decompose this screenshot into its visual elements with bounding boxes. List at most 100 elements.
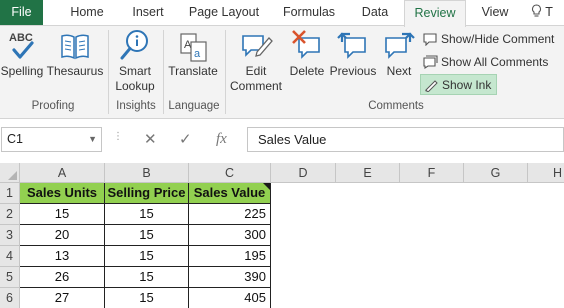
column-header-d[interactable]: D [271, 163, 336, 183]
cell-b5[interactable]: 15 [105, 267, 189, 288]
tab-home[interactable]: Home [62, 0, 112, 26]
formula-bar: C1 ▼ ⋮ ✕ ✓ fx Sales Value [0, 119, 564, 160]
edit-comment-button[interactable]: Edit Comment [228, 28, 284, 94]
tab-data[interactable]: Data [354, 0, 396, 26]
show-all-comments-button[interactable]: Show All Comments [420, 52, 560, 73]
smart-lookup-label-1: Smart [118, 64, 151, 78]
group-label-language: Language [168, 100, 220, 112]
translate-icon: A a [166, 28, 220, 64]
select-all-icon [8, 171, 17, 180]
tab-insert[interactable]: Insert [123, 0, 173, 26]
smart-lookup-button[interactable]: Smart Lookup [112, 28, 158, 94]
cell-a4[interactable]: 13 [20, 246, 105, 267]
tab-formulas[interactable]: Formulas [276, 0, 342, 26]
show-ink-label: Show Ink [442, 78, 492, 92]
show-all-comments-icon [423, 55, 438, 69]
show-ink-button[interactable]: Show Ink [420, 74, 497, 95]
enter-icon[interactable]: ✓ [179, 127, 192, 152]
cell-b2[interactable]: 15 [105, 204, 189, 225]
row-header-6[interactable]: 6 [0, 288, 20, 308]
tab-page-layout[interactable]: Page Layout [183, 0, 265, 26]
svg-text:ABC: ABC [9, 32, 33, 44]
cell-b6[interactable]: 15 [105, 288, 189, 308]
thesaurus-button[interactable]: Thesaurus [45, 28, 105, 79]
cancel-icon[interactable]: ✕ [144, 127, 157, 152]
cell-b3[interactable]: 15 [105, 225, 189, 246]
column-header-f[interactable]: F [400, 163, 464, 183]
smart-lookup-label-2: Lookup [115, 79, 155, 93]
translate-label: Translate [168, 64, 218, 78]
cell-a6[interactable]: 27 [20, 288, 105, 308]
cell-c3[interactable]: 300 [189, 225, 271, 246]
cell-a1[interactable]: Sales Units [20, 183, 105, 204]
cell-c2[interactable]: 225 [189, 204, 271, 225]
show-hide-comment-icon [423, 33, 437, 46]
delete-comment-button[interactable]: Delete [287, 28, 327, 79]
row-header-4[interactable]: 4 [0, 246, 20, 267]
select-all-button[interactable] [0, 163, 20, 183]
cell-a5[interactable]: 26 [20, 267, 105, 288]
tell-me-label: T [545, 5, 553, 19]
svg-text:a: a [194, 48, 201, 60]
row-header-1[interactable]: 1 [0, 183, 20, 204]
formula-input[interactable]: Sales Value [247, 127, 564, 152]
next-label: Next [386, 64, 412, 78]
column-header-b[interactable]: B [105, 163, 189, 183]
cell-c1[interactable]: Sales Value [189, 183, 271, 204]
cell-a2[interactable]: 15 [20, 204, 105, 225]
spelling-label: Spelling [0, 64, 44, 78]
previous-comment-button[interactable]: Previous [328, 28, 378, 79]
tab-view[interactable]: View [474, 0, 516, 26]
tab-tell-me[interactable]: T [531, 0, 564, 26]
column-header-a[interactable]: A [20, 163, 105, 183]
cell-a3[interactable]: 20 [20, 225, 105, 246]
group-divider [225, 30, 226, 114]
insert-function-icon[interactable]: fx [216, 127, 227, 152]
tab-review[interactable]: Review [404, 0, 466, 27]
cell-c1-text: Sales Value [193, 185, 266, 200]
column-header-g[interactable]: G [464, 163, 528, 183]
resize-handle-icon[interactable]: ⋮ [113, 131, 123, 142]
cell-b4[interactable]: 15 [105, 246, 189, 267]
name-box-value: C1 [7, 132, 23, 146]
group-divider [108, 30, 109, 114]
cell-c6[interactable]: 405 [189, 288, 271, 308]
cell-b1[interactable]: Selling Price [105, 183, 189, 204]
previous-label: Previous [329, 64, 377, 78]
row-header-3[interactable]: 3 [0, 225, 20, 246]
previous-comment-icon [328, 28, 378, 64]
column-header-h[interactable]: H [528, 163, 564, 183]
smart-lookup-icon [112, 28, 158, 64]
spelling-icon: ABC [0, 28, 44, 64]
thesaurus-label: Thesaurus [46, 64, 104, 78]
cell-c5[interactable]: 390 [189, 267, 271, 288]
lightbulb-icon [531, 4, 545, 19]
column-header-c[interactable]: C [189, 163, 271, 183]
group-label-insights: Insights [116, 100, 156, 112]
name-box[interactable]: C1 ▼ [1, 127, 102, 152]
row-header-2[interactable]: 2 [0, 204, 20, 225]
show-all-comments-label: Show All Comments [441, 55, 549, 69]
delete-comment-icon [287, 28, 327, 64]
cell-c4[interactable]: 195 [189, 246, 271, 267]
show-hide-comment-button[interactable]: Show/Hide Comment [420, 29, 560, 50]
book-icon [45, 28, 105, 64]
show-ink-icon [425, 80, 438, 92]
formula-buttons: ✕ ✓ fx [128, 127, 240, 152]
chevron-down-icon[interactable]: ▼ [88, 128, 97, 151]
tab-file[interactable]: File [0, 0, 43, 26]
column-header-e[interactable]: E [336, 163, 400, 183]
next-comment-button[interactable]: Next [380, 28, 418, 79]
group-label-proofing: Proofing [31, 100, 75, 112]
edit-comment-label-2: Comment [229, 79, 282, 93]
next-comment-icon [380, 28, 418, 64]
ribbon-tabs: File Home Insert Page Layout Formulas Da… [0, 0, 564, 27]
row-header-5[interactable]: 5 [0, 267, 20, 288]
edit-comment-icon [228, 28, 284, 64]
group-label-comments: Comments [368, 100, 424, 112]
spreadsheet-grid: A B C D E F G H 1 2 3 4 5 6 Sales Units … [0, 163, 564, 308]
translate-button[interactable]: A a Translate [166, 28, 220, 79]
ribbon-review: ABC Spelling Thesaurus Proofing Smart Lo… [0, 25, 564, 119]
spelling-button[interactable]: ABC Spelling [0, 28, 44, 79]
comment-indicator-icon [263, 183, 270, 190]
